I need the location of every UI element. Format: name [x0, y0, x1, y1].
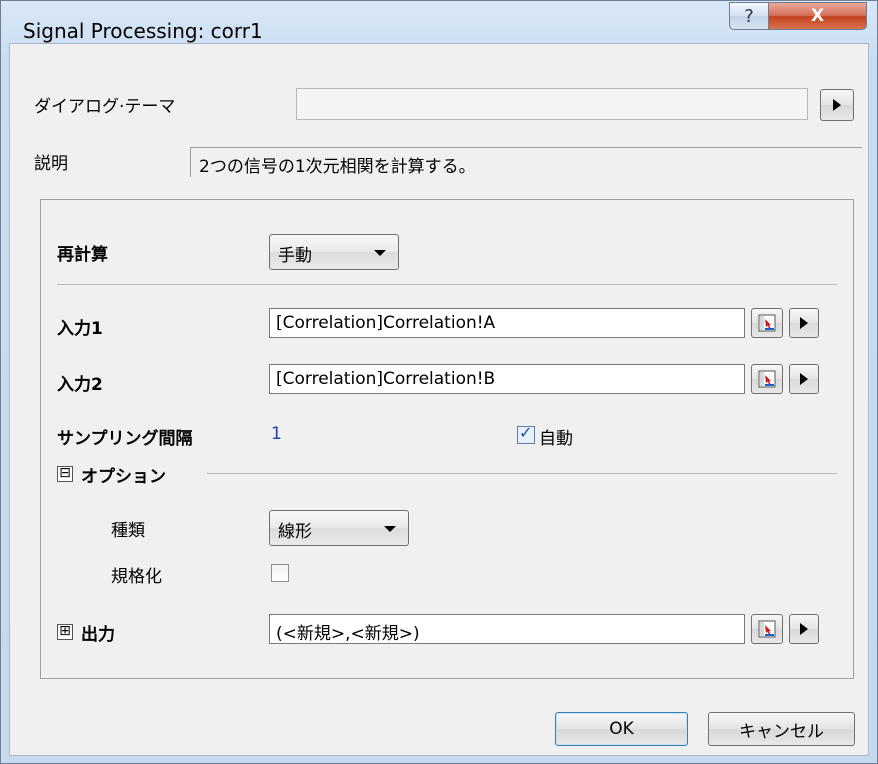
normalize-label: 規格化 [111, 567, 162, 587]
description-text: 2つの信号の1次元相関を計算する。 [190, 147, 862, 177]
input2-field[interactable]: [Correlation]Correlation!B [269, 364, 745, 394]
expand-toggle-icon[interactable]: ⊞ [57, 624, 73, 640]
sampling-value: 1 [271, 424, 282, 444]
play-arrow-icon [833, 99, 841, 111]
recalc-value: 手動 [278, 246, 312, 266]
output-field[interactable]: (<新規>,<新規>) [269, 614, 745, 644]
output-menu-button[interactable] [789, 614, 819, 644]
chevron-down-icon [384, 526, 396, 532]
collapse-toggle-icon[interactable]: ⊟ [57, 466, 73, 482]
input2-menu-button[interactable] [789, 364, 819, 394]
theme-menu-button[interactable] [820, 89, 854, 121]
input1-menu-button[interactable] [789, 308, 819, 338]
help-icon: ? [744, 5, 754, 27]
select-range-icon [758, 314, 776, 332]
recalc-dropdown[interactable]: 手動 [269, 234, 399, 270]
chevron-down-icon [374, 250, 386, 256]
input2-label: 入力2 [57, 375, 103, 395]
checkmark-icon: ✓ [519, 423, 533, 442]
input1-select-button[interactable] [751, 308, 783, 338]
options-group-label: オプション [81, 467, 166, 487]
theme-field[interactable] [296, 88, 808, 120]
options-divider [207, 473, 837, 474]
play-arrow-icon [800, 317, 808, 329]
theme-label: ダイアログ·テーマ [34, 97, 176, 117]
type-label: 種類 [111, 521, 145, 541]
dialog-body: ダイアログ·テーマ 説明 2つの信号の1次元相関を計算する。 再計算 手動 入力… [9, 43, 869, 756]
select-range-icon [758, 370, 776, 388]
output-label: 出力 [81, 625, 115, 645]
auto-checkbox[interactable]: ✓ [517, 423, 535, 444]
window-title: Signal Processing: corr1 [23, 19, 263, 43]
cancel-button[interactable]: キャンセル [708, 712, 855, 746]
type-dropdown[interactable]: 線形 [269, 510, 409, 546]
play-arrow-icon [800, 373, 808, 385]
ok-button[interactable]: OK [555, 712, 688, 746]
output-select-button[interactable] [751, 614, 783, 644]
auto-label: 自動 [539, 429, 573, 449]
recalc-label: 再計算 [57, 245, 108, 265]
close-button[interactable]: X [768, 2, 867, 30]
title-bar[interactable]: Signal Processing: corr1 ? X [1, 1, 877, 43]
select-range-icon [758, 620, 776, 638]
play-arrow-icon [800, 623, 808, 635]
dialog-window: Signal Processing: corr1 ? X ダイアログ·テーマ 説… [0, 0, 878, 764]
input2-select-button[interactable] [751, 364, 783, 394]
description-label: 説明 [34, 154, 68, 174]
close-icon: X [810, 6, 825, 26]
input1-label: 入力1 [57, 319, 103, 339]
normalize-checkbox[interactable]: ✓ [271, 564, 289, 582]
type-value: 線形 [278, 522, 312, 542]
help-button[interactable]: ? [729, 2, 769, 30]
settings-panel: 再計算 手動 入力1 [Correlation]Correlation!A 入力… [40, 199, 854, 679]
input1-field[interactable]: [Correlation]Correlation!A [269, 308, 745, 338]
divider [57, 284, 837, 285]
sampling-label: サンプリング間隔 [57, 429, 193, 449]
